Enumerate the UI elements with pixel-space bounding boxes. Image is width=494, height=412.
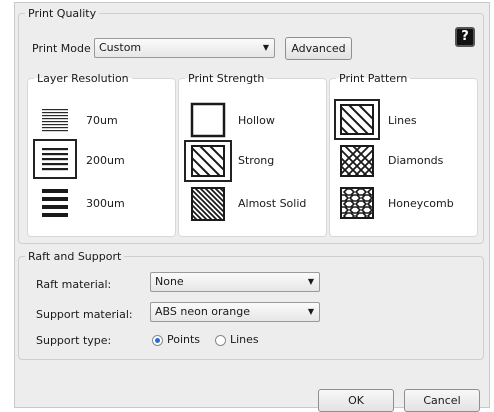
- chevron-down-icon: ▼: [307, 307, 314, 316]
- raft-material-label: Raft material:: [36, 278, 112, 291]
- chevron-down-icon: ▼: [262, 43, 269, 52]
- dense-hatch-icon[interactable]: [190, 186, 226, 222]
- print-mode-value: Custom: [99, 41, 142, 54]
- diamonds-pattern-icon[interactable]: [339, 144, 375, 178]
- pattern-option-label: Lines: [388, 114, 417, 127]
- strength-option-label: Hollow: [238, 114, 275, 127]
- lines-pattern-icon[interactable]: [339, 103, 375, 136]
- resolution-option-label: 300um: [86, 197, 125, 210]
- print-mode-select[interactable]: Custom ▼: [94, 38, 275, 58]
- hollow-square-icon[interactable]: [190, 102, 226, 138]
- resolution-option-label: 70um: [86, 114, 118, 127]
- strength-option-label: Strong: [238, 154, 275, 167]
- raft-material-select[interactable]: None ▼: [150, 272, 320, 292]
- thick-lines-icon[interactable]: [41, 188, 69, 218]
- support-material-label: Support material:: [36, 308, 133, 321]
- strength-option-label: Almost Solid: [238, 197, 307, 210]
- ok-button[interactable]: OK: [318, 389, 394, 412]
- pattern-option-label: Honeycomb: [388, 197, 454, 210]
- support-type-points-label[interactable]: Points: [167, 333, 200, 346]
- support-material-value: ABS neon orange: [155, 305, 251, 318]
- raft-support-title: Raft and Support: [28, 250, 122, 263]
- print-quality-title: Print Quality: [28, 7, 97, 20]
- support-type-lines-radio[interactable]: [215, 335, 226, 346]
- layer-resolution-title: Layer Resolution: [37, 72, 129, 85]
- support-type-points-radio[interactable]: [152, 335, 163, 346]
- support-type-lines-label[interactable]: Lines: [230, 333, 259, 346]
- cancel-button[interactable]: Cancel: [404, 389, 480, 412]
- raft-material-value: None: [155, 275, 184, 288]
- resolution-option-label: 200um: [86, 154, 125, 167]
- honeycomb-pattern-icon[interactable]: [339, 186, 375, 220]
- advanced-button[interactable]: Advanced: [285, 37, 352, 60]
- print-strength-title: Print Strength: [188, 72, 265, 85]
- fine-lines-icon[interactable]: [41, 108, 69, 132]
- print-pattern-title: Print Pattern: [339, 72, 408, 85]
- pattern-option-label: Diamonds: [388, 154, 444, 167]
- chevron-down-icon: ▼: [307, 277, 314, 286]
- sparse-hatch-icon[interactable]: [190, 144, 226, 178]
- medium-lines-icon[interactable]: [41, 147, 69, 171]
- help-icon[interactable]: ?: [455, 27, 475, 47]
- support-material-select[interactable]: ABS neon orange ▼: [150, 302, 320, 322]
- support-type-label: Support type:: [36, 334, 112, 347]
- print-mode-label: Print Mode: [32, 42, 91, 55]
